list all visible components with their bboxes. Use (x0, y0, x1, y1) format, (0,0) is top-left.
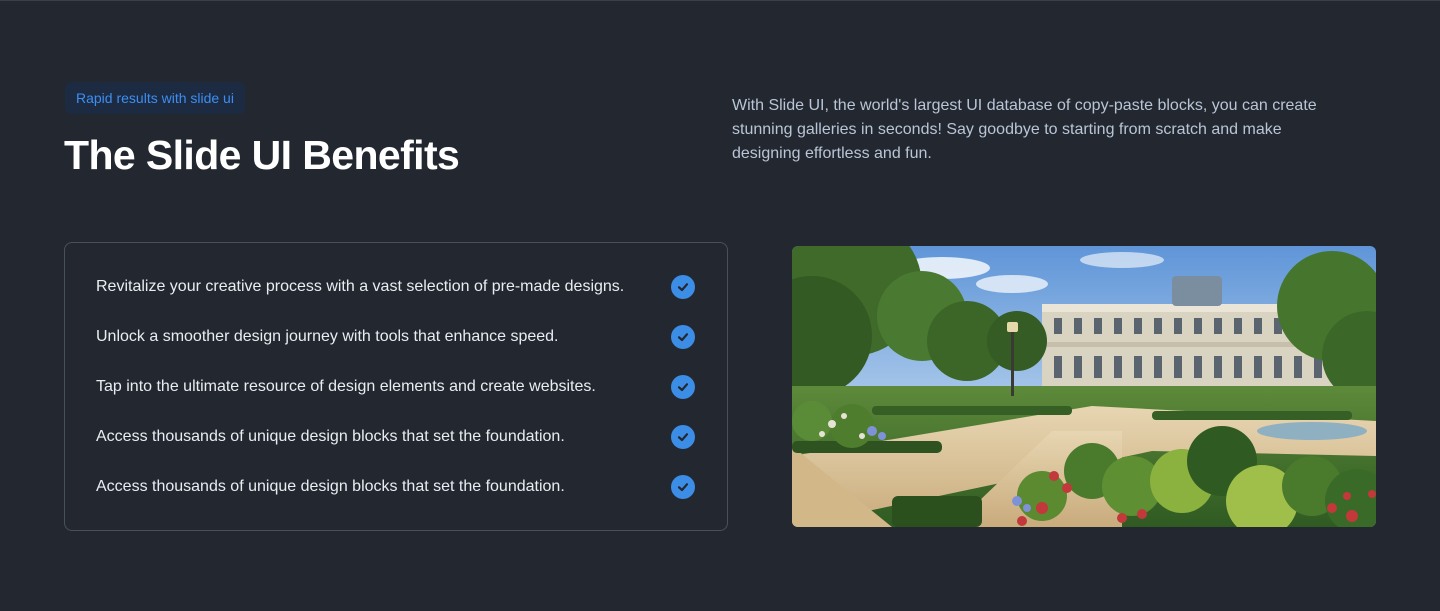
benefit-text: Revitalize your creative process with a … (96, 278, 625, 295)
check-circle-icon (671, 425, 695, 449)
garden-palace-image (792, 246, 1376, 527)
benefit-text: Tap into the ultimate resource of design… (96, 378, 596, 395)
benefit-text: Access thousands of unique design blocks… (96, 478, 565, 495)
badge-label: Rapid results with slide ui (76, 90, 234, 106)
check-circle-icon (671, 475, 695, 499)
benefit-item: Unlock a smoother design journey with to… (96, 323, 696, 351)
check-circle-icon (671, 325, 695, 349)
benefit-text: Access thousands of unique design blocks… (96, 428, 565, 445)
benefits-card: Revitalize your creative process with a … (64, 242, 728, 531)
page-title: The Slide UI Benefits (64, 132, 460, 178)
benefit-item: Tap into the ultimate resource of design… (96, 373, 696, 401)
benefit-item: Access thousands of unique design blocks… (96, 473, 696, 501)
benefit-text: Unlock a smoother design journey with to… (96, 328, 559, 345)
benefit-item: Revitalize your creative process with a … (96, 273, 696, 301)
badge: Rapid results with slide ui (65, 82, 245, 114)
intro-paragraph: With Slide UI, the world's largest UI da… (732, 97, 1317, 162)
check-circle-icon (671, 275, 695, 299)
benefit-item: Access thousands of unique design blocks… (96, 423, 696, 451)
check-circle-icon (671, 375, 695, 399)
